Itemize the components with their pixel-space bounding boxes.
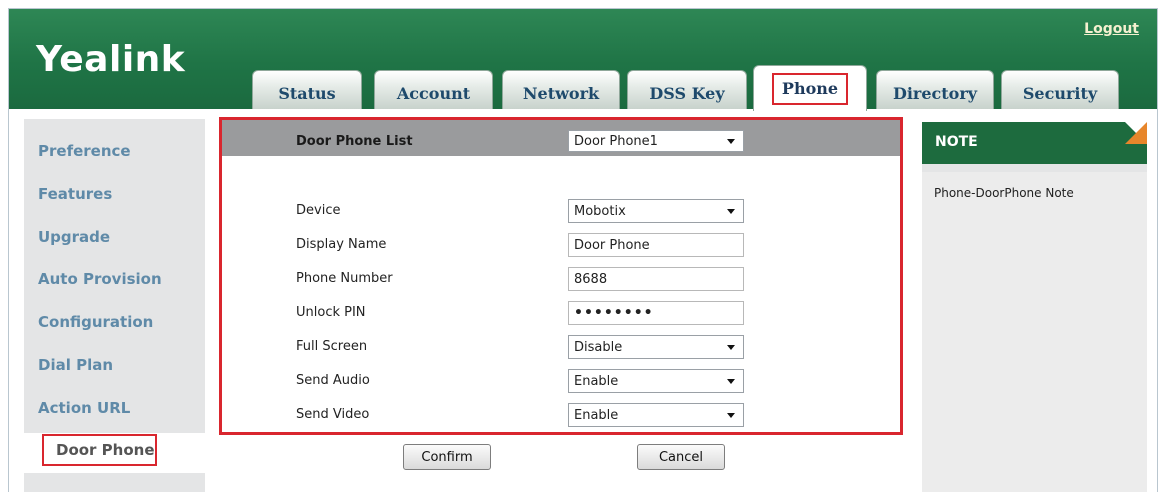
chevron-down-icon <box>727 344 735 350</box>
input-value: Door Phone <box>574 237 650 253</box>
device-select[interactable]: Mobotix <box>568 199 744 223</box>
phone-number-label: Phone Number <box>296 271 393 286</box>
sidebar-item-auto-provision[interactable]: Auto Provision <box>38 270 162 288</box>
full-screen-label: Full Screen <box>296 339 368 354</box>
sidebar-item-dial-plan[interactable]: Dial Plan <box>38 356 113 374</box>
tab-label: Network <box>522 83 600 103</box>
sidebar-item-action-url[interactable]: Action URL <box>38 399 130 417</box>
select-value: Enable <box>574 373 619 389</box>
note-body: Phone-DoorPhone Note <box>922 172 1147 492</box>
device-label: Device <box>296 203 341 218</box>
display-name-input[interactable]: Door Phone <box>568 233 744 257</box>
confirm-button[interactable]: Confirm <box>403 444 491 470</box>
select-value: Enable <box>574 407 619 423</box>
tab-label: Security <box>1022 83 1098 103</box>
tab-label: Directory <box>892 83 978 103</box>
chevron-down-icon <box>727 412 735 418</box>
send-audio-select[interactable]: Enable <box>568 369 744 393</box>
note-text: Phone-DoorPhone Note <box>934 186 1074 200</box>
sidebar-item-preference[interactable]: Preference <box>38 142 131 160</box>
note-panel: NOTE Phone-DoorPhone Note <box>922 122 1147 492</box>
unlock-pin-label: Unlock PIN <box>296 305 366 320</box>
unlock-pin-input[interactable]: •••••••• <box>568 301 744 325</box>
input-value: •••••••• <box>574 305 654 321</box>
tab-label: Phone <box>781 78 839 98</box>
yealink-logo: Yealink <box>36 39 186 80</box>
chevron-down-icon <box>727 138 735 144</box>
input-value: 8688 <box>574 271 608 287</box>
send-video-label: Send Video <box>296 407 370 422</box>
phone-number-input[interactable]: 8688 <box>568 267 744 291</box>
select-value: Door Phone1 <box>574 133 658 149</box>
tab-account[interactable]: Account <box>374 70 493 109</box>
tab-dss-key[interactable]: DSS Key <box>627 70 747 109</box>
tab-label: DSS Key <box>649 83 725 103</box>
tab-network[interactable]: Network <box>502 70 620 109</box>
sidebar-item-upgrade[interactable]: Upgrade <box>38 228 110 246</box>
header-bar: Yealink Logout Status Account Network DS… <box>9 9 1157 111</box>
door-phone-form: Door Phone List Door Phone1 Device Mobot… <box>219 117 903 435</box>
chevron-down-icon <box>727 378 735 384</box>
tab-label: Status <box>278 83 336 103</box>
select-value: Mobotix <box>574 203 626 219</box>
note-header: NOTE <box>922 122 1147 164</box>
select-value: Disable <box>574 339 623 355</box>
note-title: NOTE <box>935 134 978 150</box>
tab-security[interactable]: Security <box>1001 70 1119 109</box>
send-audio-label: Send Audio <box>296 373 370 388</box>
cancel-button[interactable]: Cancel <box>637 444 725 470</box>
tab-directory[interactable]: Directory <box>876 70 994 109</box>
page-fold-accent <box>1125 122 1147 144</box>
sidebar-item-configuration[interactable]: Configuration <box>38 313 153 331</box>
door-phone-list-select[interactable]: Door Phone1 <box>568 130 744 152</box>
logout-link[interactable]: Logout <box>1084 21 1139 37</box>
send-video-select[interactable]: Enable <box>568 403 744 427</box>
sidebar-item-door-phone[interactable]: Door Phone <box>42 434 157 466</box>
tab-phone-highlight: Phone <box>771 72 849 105</box>
chevron-down-icon <box>727 208 735 214</box>
tab-status[interactable]: Status <box>252 70 362 109</box>
full-screen-select[interactable]: Disable <box>568 335 744 359</box>
tab-label: Account <box>396 83 471 103</box>
sidebar-item-features[interactable]: Features <box>38 185 112 203</box>
web-ui-frame: Yealink Logout Status Account Network DS… <box>8 8 1158 492</box>
display-name-label: Display Name <box>296 237 387 252</box>
tab-phone[interactable]: Phone <box>753 65 867 111</box>
door-phone-list-label: Door Phone List <box>296 134 413 149</box>
sidebar-item-label: Door Phone <box>56 441 155 459</box>
